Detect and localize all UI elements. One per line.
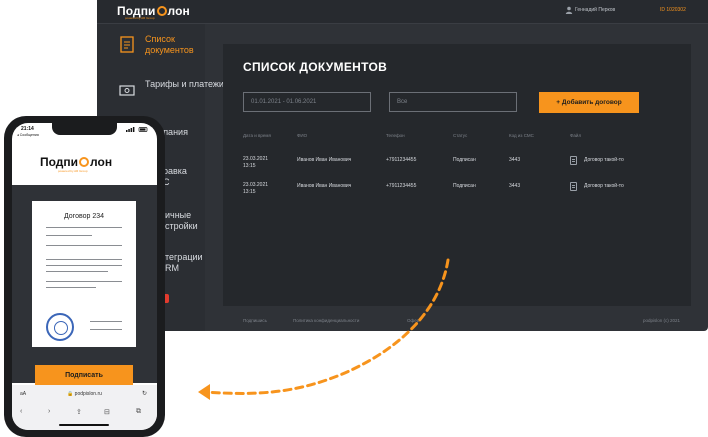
status-time: 21:14 — [21, 126, 34, 132]
sidebar-item-label: равка С — [163, 166, 187, 187]
logo-text-right: лон — [167, 4, 190, 18]
text-line — [46, 271, 108, 272]
sidebar-item-label: ичные стройки — [165, 210, 198, 231]
row2-file[interactable]: Договор такой-то — [584, 183, 624, 190]
row1-time: 13:15 — [243, 163, 256, 169]
signal-battery-icon — [126, 127, 148, 132]
text-line — [46, 235, 92, 236]
logo-text-left: Подпи — [40, 155, 79, 169]
logo-ring-icon — [79, 157, 90, 167]
logo-text-right: лон — [90, 155, 113, 169]
file-icon[interactable] — [570, 156, 577, 165]
column-header-file: Файл — [570, 133, 582, 138]
sidebar-item-label: Тарифы и платежи — [145, 79, 224, 89]
browser-bar: аА 🔒 podpislon.ru ↻ ‹ › ⇪ ⊟ ⧉ — [12, 385, 157, 430]
column-header-phone: Телефон — [386, 133, 405, 138]
text-line — [46, 245, 122, 246]
add-contract-button[interactable]: + Добавить договор — [539, 92, 639, 113]
status-filter-input[interactable]: Все — [389, 92, 517, 112]
tabs-icon[interactable]: ⧉ — [136, 408, 141, 416]
column-header-code: Код из СМС — [509, 133, 534, 138]
bookmarks-icon[interactable]: ⊟ — [104, 408, 110, 416]
footer-copyright: podpislon (c) 2021 — [643, 318, 681, 323]
contract-preview[interactable]: Договор 234 — [32, 201, 136, 347]
home-indicator — [59, 424, 109, 426]
back-to-messages[interactable]: ◂ Сообщения — [17, 133, 39, 137]
row2-date: 23.03.2021 — [243, 182, 269, 188]
reload-icon[interactable]: ↻ — [142, 390, 147, 397]
mobile-brand-tagline: powered by AR Group — [58, 169, 88, 173]
logo-ring-icon — [156, 6, 167, 16]
page-title: СПИСОК ДОКУМЕНТОВ — [243, 60, 388, 74]
column-header-name: ФИО — [297, 133, 308, 138]
signature-line — [90, 329, 122, 330]
row1-phone: +7911234455 — [386, 157, 417, 163]
user-name[interactable]: Геннадий Перков — [575, 7, 615, 13]
mobile-header: Подпи лон powered by AR Group — [12, 139, 157, 185]
column-header-date: Дата и время — [243, 133, 271, 138]
column-header-status: Статус — [453, 133, 468, 138]
forward-icon[interactable]: › — [48, 408, 50, 415]
text-line — [46, 281, 122, 282]
file-icon[interactable] — [570, 182, 577, 191]
mobile-brand-logo: Подпи лон — [40, 155, 112, 169]
back-icon[interactable]: ‹ — [20, 408, 22, 415]
date-range-input[interactable]: 01.01.2021 - 01.06.2021 — [243, 92, 371, 112]
row2-name: Иванов Иван Иванович — [297, 183, 352, 189]
row1-code: 3443 — [509, 157, 521, 163]
sidebar-item-label: Список документов — [145, 34, 194, 55]
user-icon — [565, 6, 573, 14]
top-bar: Подпи лон powered by AR Group Геннадий Пе… — [97, 0, 708, 24]
share-icon[interactable]: ⇪ — [76, 408, 82, 416]
footer-link-privacy[interactable]: Политика конфиденциальности — [293, 318, 359, 323]
sign-button[interactable]: Подписать — [35, 365, 133, 386]
row2-phone: +7911234455 — [386, 183, 417, 189]
signature-line — [90, 321, 122, 322]
phone-device: 21:14 ◂ Сообщения Подпи лон powered by AR… — [4, 116, 165, 437]
contract-title: Договор 234 — [63, 213, 105, 220]
row2-code: 3443 — [509, 183, 521, 189]
sidebar-item-label: теграции RM — [165, 252, 203, 273]
footer-link-offer[interactable]: Офер — [407, 318, 419, 323]
text-line — [46, 265, 122, 266]
row1-name: Иванов Иван Иванович — [297, 157, 352, 163]
text-line — [46, 259, 122, 260]
text-line — [46, 227, 122, 228]
row1-status: Подписан — [453, 157, 476, 163]
brand-tagline: powered by AR Group — [125, 16, 155, 20]
address-bar[interactable]: 🔒 podpislon.ru — [12, 391, 157, 397]
row1-file[interactable]: Договор такой-то — [584, 157, 624, 164]
text-line — [46, 287, 96, 288]
documents-panel: СПИСОК ДОКУМЕНТОВ 01.01.2021 - 01.06.202… — [223, 44, 691, 306]
payments-icon — [119, 85, 135, 96]
seal-stamp-icon — [46, 313, 74, 341]
phone-notch — [52, 123, 117, 135]
documents-icon — [120, 36, 134, 53]
user-id: ID 1020302 — [660, 7, 686, 13]
footer-link-subscribe[interactable]: Подпишись — [243, 318, 267, 323]
row2-status: Подписан — [453, 183, 476, 189]
row1-date: 23.03.2021 — [243, 156, 269, 162]
row2-time: 13:15 — [243, 189, 256, 195]
mobile-page: Подпи лон powered by AR Group Договор 234… — [12, 139, 157, 386]
phone-screen: 21:14 ◂ Сообщения Подпи лон powered by AR… — [12, 123, 157, 430]
desktop-window: Подпи лон powered by AR Group Геннадий Пе… — [97, 0, 708, 331]
